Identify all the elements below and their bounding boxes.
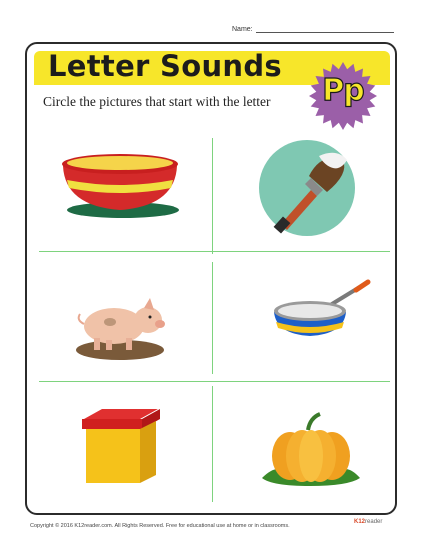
instruction-text: Circle the pictures that start with the … bbox=[43, 94, 271, 109]
paintbrush-icon[interactable] bbox=[253, 138, 361, 238]
copyright-footer: Copyright © 2016 K12reader.com. All Righ… bbox=[30, 523, 290, 529]
k12reader-logo: K12reader bbox=[354, 519, 383, 525]
pumpkin-icon[interactable] bbox=[258, 412, 364, 490]
box-icon[interactable] bbox=[78, 405, 166, 487]
name-underline bbox=[255, 26, 394, 33]
name-label: Name: bbox=[232, 26, 253, 33]
badge-letters: Pp bbox=[322, 72, 366, 108]
divider-horizontal-2 bbox=[39, 381, 390, 382]
divider-horizontal-1 bbox=[39, 251, 390, 252]
pig-icon[interactable] bbox=[70, 290, 172, 362]
divider-vertical-1 bbox=[212, 138, 213, 254]
page-title: Letter Sounds bbox=[48, 49, 282, 83]
pan-icon[interactable] bbox=[270, 278, 375, 348]
divider-vertical-2 bbox=[212, 262, 213, 374]
name-field[interactable]: Name: bbox=[232, 26, 394, 33]
divider-vertical-3 bbox=[212, 386, 213, 502]
bowl-icon[interactable] bbox=[55, 148, 185, 223]
